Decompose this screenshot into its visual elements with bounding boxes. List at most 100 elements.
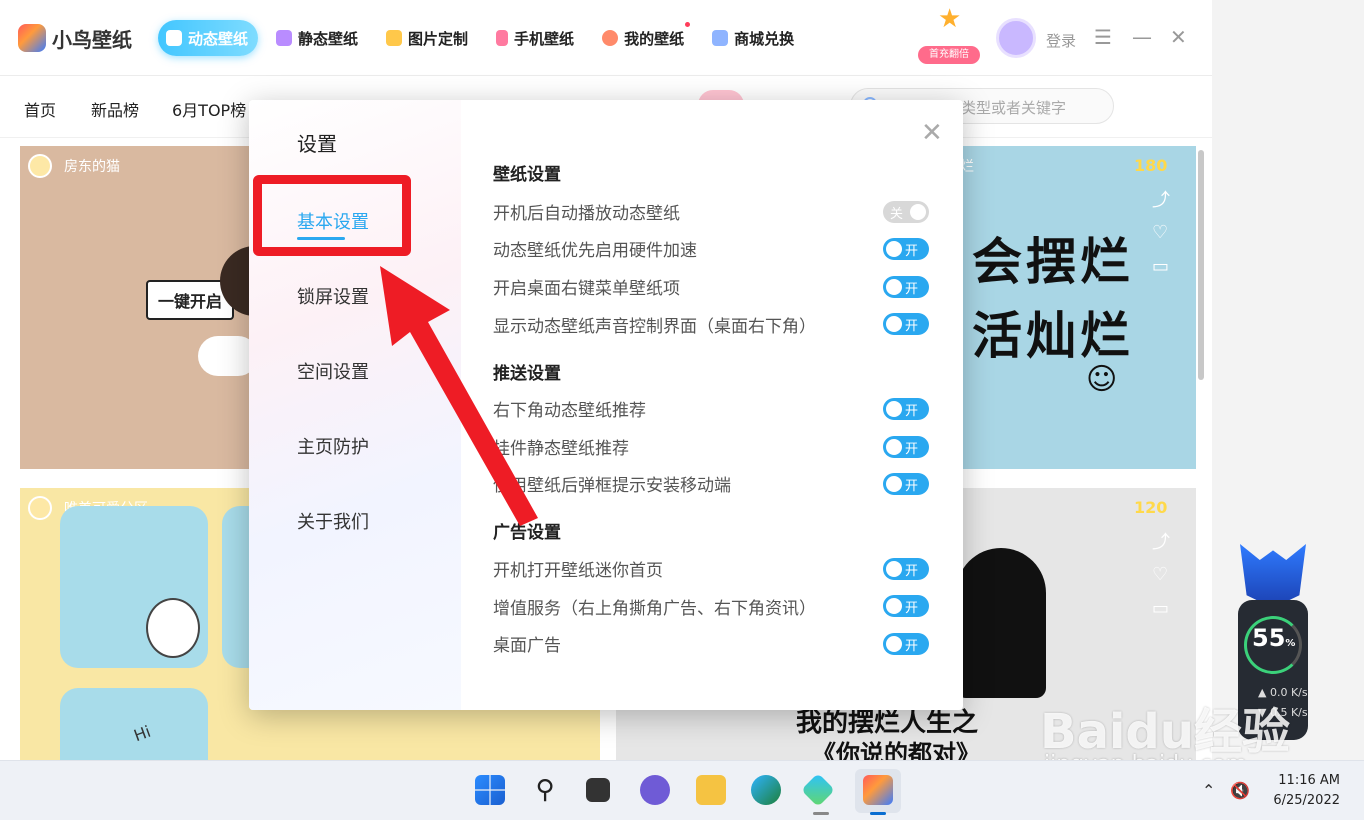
tab-dynamic-wallpaper[interactable]: 动态壁纸 <box>158 20 259 56</box>
toggle-state: 开 <box>905 244 919 259</box>
art-line: 会摆烂 <box>972 233 1134 291</box>
volume-muted-icon[interactable]: 🔇 <box>1230 781 1250 800</box>
toggle-value-added[interactable]: 开 <box>883 595 929 617</box>
tab-label: 我的壁纸 <box>624 29 685 48</box>
sidebar-item-lockscreen[interactable]: 锁屏设置 <box>297 283 369 309</box>
toggle-context-menu[interactable]: 开 <box>883 276 929 298</box>
character-art <box>956 548 1046 698</box>
toggle-knob <box>886 636 902 652</box>
sidebar-item-homepage-protect[interactable]: 主页防护 <box>297 433 369 459</box>
toggle-corner-recommend[interactable]: 开 <box>883 398 929 420</box>
heart-icon[interactable]: ♡ <box>1152 564 1168 585</box>
option-label: 增值服务（右上角撕角广告、右下角资讯） <box>493 599 816 619</box>
tab-static-wallpaper[interactable]: 静态壁纸 <box>268 20 368 56</box>
close-icon[interactable]: ✕ <box>1170 26 1187 48</box>
toggle-hw-accel[interactable]: 开 <box>883 238 929 260</box>
tab-label: 图片定制 <box>408 29 469 48</box>
teams-chat-icon[interactable] <box>640 775 670 805</box>
art-line: 活灿烂 <box>972 307 1134 365</box>
option-label: 开机后自动播放动态壁纸 <box>493 204 680 224</box>
tile-art <box>60 688 208 760</box>
toggle-mini-home[interactable]: 开 <box>883 558 929 580</box>
task-view-icon[interactable] <box>586 778 610 802</box>
toggle-state: 开 <box>905 639 919 654</box>
menu-icon[interactable]: ☰ <box>1094 26 1112 48</box>
art-line: 《你说的都对》 <box>812 740 980 760</box>
tab-label: 手机壁纸 <box>514 29 575 48</box>
tab-phone-wallpaper[interactable]: 手机壁纸 <box>488 20 584 56</box>
tab-my-wallpaper[interactable]: 我的壁纸 <box>594 20 694 56</box>
diy-icon <box>386 30 403 46</box>
tab-custom-image[interactable]: 图片定制 <box>378 20 478 56</box>
toggle-widget-recommend[interactable]: 开 <box>883 436 929 458</box>
memory-percent: 55% <box>1252 624 1295 652</box>
toggle-state: 开 <box>905 564 919 579</box>
option-label: 开机打开壁纸迷你首页 <box>493 561 663 581</box>
author-name: 房东的猫 <box>64 159 120 175</box>
close-icon[interactable]: ✕ <box>921 118 943 148</box>
image-icon <box>276 30 293 46</box>
toggle-knob <box>886 401 902 417</box>
promo-label: 首充翻倍 <box>918 46 980 64</box>
logo-text: 小鸟壁纸 <box>52 27 132 52</box>
edge-icon[interactable] <box>751 775 781 805</box>
toggle-desktop-ads[interactable]: 开 <box>883 633 929 655</box>
taskbar: ⚲ ⌃ 🔇 11:16 AM 6/25/2022 <box>0 760 1364 820</box>
comment-icon[interactable]: ▭ <box>1152 256 1169 277</box>
toggle-autoplay[interactable]: 关 <box>883 201 929 223</box>
windows-start-icon[interactable] <box>475 775 505 805</box>
toggle-knob <box>886 241 902 257</box>
speed-unit: K/s <box>1290 706 1308 719</box>
toggle-knob <box>886 598 902 614</box>
play-icon <box>166 30 182 46</box>
minimize-icon[interactable]: — <box>1132 26 1152 48</box>
avatar <box>28 154 52 178</box>
clock-time: 11:16 AM <box>1278 773 1340 788</box>
dialog-title: 设置 <box>297 132 337 156</box>
price-label: 120 <box>1134 498 1168 517</box>
heart-icon[interactable]: ♡ <box>1152 222 1168 243</box>
app-icon[interactable] <box>801 773 835 807</box>
tray-chevron-icon[interactable]: ⌃ <box>1202 781 1215 800</box>
toggle-state: 开 <box>905 319 919 334</box>
toggle-knob <box>886 439 902 455</box>
percent-value: 55 <box>1252 624 1286 652</box>
top-bar: 小鸟壁纸 动态壁纸 静态壁纸 图片定制 手机壁纸 我的壁纸 商城兑换 ★ 首充翻… <box>0 0 1212 76</box>
subnav-home[interactable]: 首页 <box>24 97 56 121</box>
option-label: 桌面广告 <box>493 636 561 656</box>
search-icon[interactable]: ⚲ <box>530 775 560 805</box>
clock[interactable]: 11:16 AM 6/25/2022 <box>1268 771 1340 811</box>
tab-store[interactable]: 商城兑换 <box>704 20 804 56</box>
comment-icon[interactable]: ▭ <box>1152 598 1169 619</box>
promo-mascot[interactable]: ★ 首充翻倍 <box>916 4 982 66</box>
sidebar-item-about[interactable]: 关于我们 <box>297 508 369 534</box>
toggle-mobile-prompt[interactable]: 开 <box>883 473 929 495</box>
star-icon: ★ <box>938 4 962 34</box>
avatar <box>28 496 52 520</box>
section-title: 壁纸设置 <box>493 165 561 185</box>
toggle-knob <box>886 561 902 577</box>
toggle-state: 关 <box>890 207 904 222</box>
running-indicator <box>813 812 829 815</box>
subnav-new[interactable]: 新品榜 <box>91 97 139 121</box>
active-indicator <box>870 812 886 815</box>
avatar[interactable] <box>996 18 1036 58</box>
scrollbar[interactable] <box>1198 150 1204 380</box>
toggle-knob <box>910 204 926 220</box>
file-explorer-icon[interactable] <box>696 775 726 805</box>
app-logo[interactable]: 小鸟壁纸 <box>18 22 132 54</box>
card-author: 房东的猫 <box>28 154 120 178</box>
bag-icon <box>712 30 729 46</box>
duck-art <box>146 598 200 658</box>
tab-label: 静态壁纸 <box>298 29 359 48</box>
subnav-top[interactable]: 6月TOP榜 <box>172 97 246 121</box>
smiley-icon: ☺ <box>1086 362 1118 397</box>
toggle-knob <box>886 279 902 295</box>
share-icon[interactable]: ⤴ <box>1152 528 1170 554</box>
tab-label: 动态壁纸 <box>188 29 249 48</box>
toggle-sound-control[interactable]: 开 <box>883 313 929 335</box>
sidebar-item-space[interactable]: 空间设置 <box>297 358 369 384</box>
login-link[interactable]: 登录 <box>1046 30 1076 51</box>
bird-wallpaper-icon[interactable] <box>863 775 893 805</box>
share-icon[interactable]: ⤴ <box>1152 186 1170 212</box>
